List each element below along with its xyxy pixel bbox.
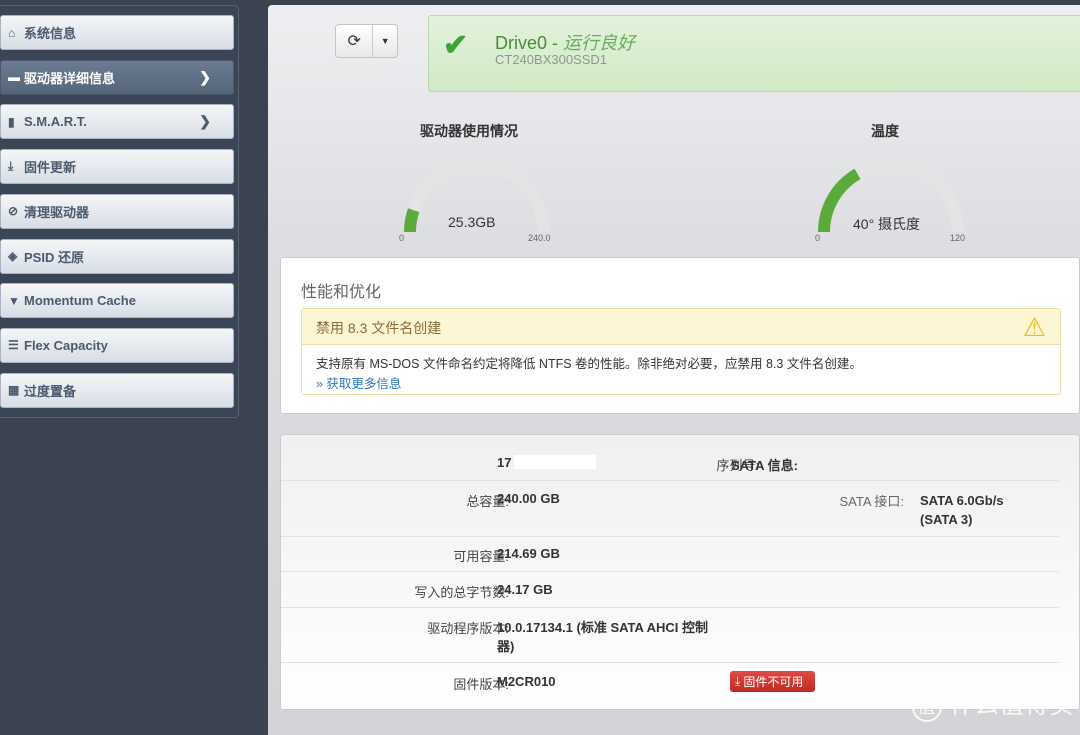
temp-gauge-max: 120 xyxy=(950,233,966,243)
grid-icon: ▦ xyxy=(8,383,20,398)
warning-body: 支持原有 MS-DOS 文件命名约定将降低 NTFS 卷的性能。除非绝对必要，应… xyxy=(316,357,862,371)
drive-icon: ▬ xyxy=(8,70,20,85)
warning-box: 禁用 8.3 文件名创建 ⚠ 支持原有 MS-DOS 文件命名约定将降低 NTF… xyxy=(301,308,1061,395)
sidebar-item-3[interactable]: ⤓ 固件更新 xyxy=(0,149,234,185)
warning-icon: ⚠ xyxy=(1022,312,1046,342)
download-icon: ⤓ xyxy=(8,159,14,174)
sata-header: SATA 信息: xyxy=(731,458,798,473)
refresh-icon[interactable]: ⟳ xyxy=(336,25,374,57)
written-label: 写入的总字节数: xyxy=(414,585,509,600)
firmware-unavailable-button[interactable]: ⤓ 固件不可用 xyxy=(730,671,815,692)
sidebar-item-7[interactable]: ☰ Flex Capacity xyxy=(0,327,234,363)
caret-down-icon[interactable]: ▼ xyxy=(373,25,397,57)
usage-gauge-value: 25.3GB xyxy=(448,214,496,230)
usage-gauge xyxy=(404,159,550,233)
chevron-right-icon: ❯ xyxy=(199,68,211,85)
drive-health: 运行良好 xyxy=(563,33,636,53)
sidebar-item-label: S.M.A.R.T. xyxy=(24,114,87,130)
separator: - xyxy=(547,33,564,53)
sidebar-item-1[interactable]: ▬ 驱动器详细信息 ❯ xyxy=(0,59,234,95)
sidebar-item-6[interactable]: ▼ Momentum Cache xyxy=(0,283,234,319)
drive-model: CT240BX300SSD1 xyxy=(495,52,608,67)
sidebar-item-label: Flex Capacity xyxy=(24,337,108,353)
align-left-icon: ☰ xyxy=(8,338,19,353)
driver-value: 10.0.17134.1 (标准 SATA AHCI 控制器) xyxy=(497,620,708,654)
more-info-link[interactable]: » 获取更多信息 xyxy=(316,373,401,392)
performance-panel: 性能和优化 禁用 8.3 文件名创建 ⚠ 支持原有 MS-DOS 文件命名约定将… xyxy=(280,257,1080,414)
sidebar-item-label: 系统信息 xyxy=(24,26,77,41)
sata-interface-value: SATA 6.0Gb/s (SATA 3) xyxy=(920,493,1004,527)
temp-gauge-value: 40° 摄氏度 xyxy=(853,216,921,232)
sidebar-item-2[interactable]: ▮ S.M.A.R.T. ❯ xyxy=(0,104,234,140)
home-icon: ⌂ xyxy=(8,25,16,40)
drive-info-panel: 序列号: 17 SATA 信息: 总容量: 240.00 GB SATA 接口:… xyxy=(280,434,1080,710)
usage-gauge-min: 0 xyxy=(399,233,405,243)
sidebar-item-label: 清理驱动器 xyxy=(24,204,90,220)
refresh-button-group[interactable]: ⟳ ▼ xyxy=(335,24,398,58)
firmware-button-label: 固件不可用 xyxy=(743,675,804,689)
capacity-value: 240.00 GB xyxy=(497,491,560,506)
sidebar-item-8[interactable]: ▦ 过度置备 xyxy=(0,372,234,408)
sata-interface-label: SATA 接口: xyxy=(839,494,904,509)
ban-icon: ⊘ xyxy=(8,204,19,219)
serial-redacted xyxy=(514,455,596,469)
eye-slash-icon: ◈ xyxy=(8,249,18,263)
download-icon: ⤓ xyxy=(735,674,741,688)
sidebar-item-label: PSID 还原 xyxy=(24,249,84,265)
sidebar-item-0[interactable]: ⌂ 系统信息 xyxy=(0,15,234,50)
sidebar-item-label: 驱动器详细信息 xyxy=(24,70,116,86)
warning-title: 禁用 8.3 文件名创建 xyxy=(316,320,442,336)
usage-gauge-title: 驱动器使用情况 xyxy=(420,123,518,139)
watermark-logo: 值 什么值得买 xyxy=(912,685,1075,722)
written-value: 24.17 GB xyxy=(497,582,553,597)
serial-value: 17 xyxy=(497,455,512,470)
sidebar-item-4[interactable]: ⊘ 清理驱动器 xyxy=(0,193,234,229)
sidebar-item-label: 过度置备 xyxy=(24,383,77,399)
sidebar-item-label: 固件更新 xyxy=(24,160,77,176)
sidebar-item-5[interactable]: ◈ PSID 还原 xyxy=(0,238,234,274)
gauge-fill xyxy=(404,208,420,233)
bar-chart-icon: ▮ xyxy=(8,114,15,129)
available-value: 214.69 GB xyxy=(497,546,560,561)
sidebar-item-label: Momentum Cache xyxy=(24,293,136,309)
temp-gauge-title: 温度 xyxy=(871,123,899,139)
performance-title: 性能和优化 xyxy=(301,284,382,301)
temp-gauge-min: 0 xyxy=(815,233,821,243)
drive-status-alert: ✔ Drive0 - 运行良好 CT240BX300SSD1 xyxy=(428,15,1080,92)
firmware-value: M2CR010 xyxy=(497,674,556,689)
drive-name: Drive0 xyxy=(495,33,548,53)
usage-gauge-max: 240.0 xyxy=(528,233,551,243)
chevron-right-icon: ❯ xyxy=(199,113,211,130)
filter-icon: ▼ xyxy=(8,293,20,308)
check-icon: ✔ xyxy=(443,29,469,62)
